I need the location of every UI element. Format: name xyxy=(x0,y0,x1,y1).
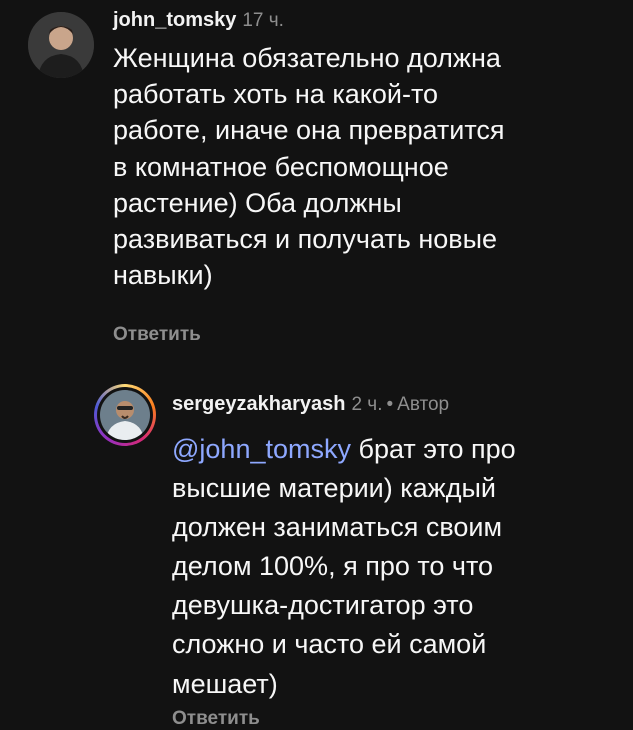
meta-separator: • xyxy=(386,394,394,415)
reply-button[interactable]: Ответить xyxy=(113,324,201,346)
username[interactable]: sergeyzakharyash xyxy=(172,393,345,415)
author-badge: Автор xyxy=(397,394,450,415)
comment-meta: john_tomsky 17 ч. xyxy=(113,10,284,30)
timestamp: 2 ч. xyxy=(351,394,383,415)
avatar-photo-icon xyxy=(28,12,94,78)
comment-text: @john_tomsky брат это про высшие материи… xyxy=(172,430,612,704)
avatar[interactable] xyxy=(28,12,94,78)
avatar-photo-icon xyxy=(100,390,150,440)
comment-text-body: брат это про высшие материи) каждый долж… xyxy=(172,434,516,699)
comment-meta: sergeyzakharyash 2 ч. • Автор xyxy=(172,394,449,414)
mention-link[interactable]: @john_tomsky xyxy=(172,434,351,464)
comment-text: Женщина обязательно должна работать хоть… xyxy=(113,43,505,291)
username[interactable]: john_tomsky xyxy=(113,9,236,31)
reply-button[interactable]: Ответить xyxy=(172,708,260,730)
timestamp: 17 ч. xyxy=(242,10,284,31)
avatar[interactable] xyxy=(100,390,150,440)
